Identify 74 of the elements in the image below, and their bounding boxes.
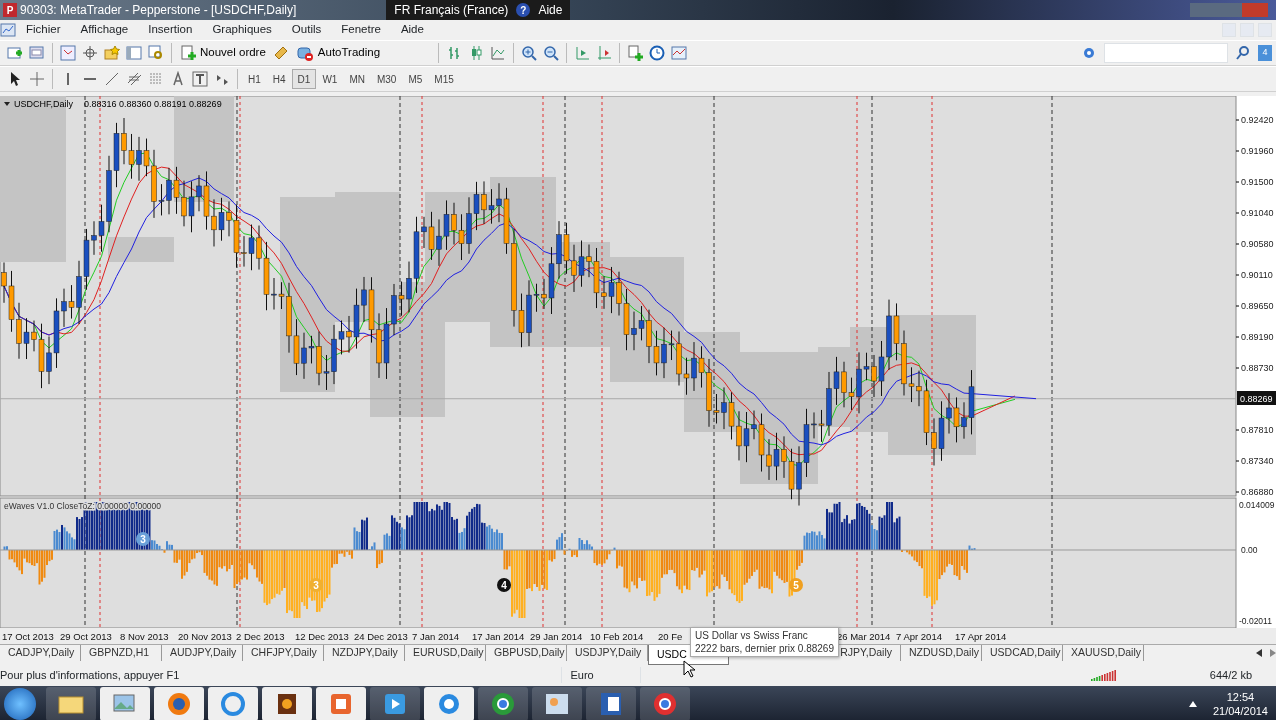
date-label: 17 Oct 2013 — [2, 631, 54, 642]
chart-tab[interactable]: GBPNZD,H1 — [81, 645, 162, 661]
date-label: 7 Jan 2014 — [412, 631, 459, 642]
chart-symbol: USDCHF,Daily — [14, 99, 73, 109]
window-title: 90303: MetaTrader - Pepperstone - [USDCHF,Daily] — [20, 2, 297, 19]
timeframe-button[interactable]: M5 — [402, 69, 429, 89]
chart-tab[interactable]: CADJPY,Daily — [0, 645, 81, 661]
price-label: 0.91040 — [1241, 208, 1274, 218]
chart-tab[interactable]: XAUUSD,Daily — [1063, 645, 1144, 661]
timeframe-button[interactable]: M15 — [428, 69, 460, 89]
price-label: 0.91500 — [1241, 177, 1274, 187]
chart-tab[interactable]: GBPUSD,Daily — [486, 645, 567, 661]
timeframe-button[interactable]: D1 — [291, 69, 317, 89]
wave-number-label: 5 — [789, 578, 803, 592]
status-help-text: Pour plus d'informations, appuyer F1 — [0, 667, 180, 683]
price-label: 0.91960 — [1241, 146, 1274, 156]
help-icon: ? — [516, 3, 531, 17]
menu-item[interactable]: Graphiques — [202, 21, 282, 39]
ohlc-values: 0.88316 0.88360 0.88191 0.88269 — [84, 99, 222, 109]
tooltip-title: US Dollar vs Swiss Franc — [695, 629, 809, 642]
menu-item[interactable]: Outils — [281, 21, 332, 39]
timeframe-button[interactable]: H1 — [242, 69, 267, 89]
date-label: 20 Nov 2013 — [178, 631, 232, 642]
date-label: 17 Jan 2014 — [472, 631, 525, 642]
price-label: 0.87340 — [1241, 456, 1274, 466]
menu-item[interactable]: Fichier — [16, 21, 71, 39]
wave-number-label: 3 — [136, 532, 150, 546]
date-label: 2 Dec 2013 — [236, 631, 285, 642]
price-label: 0.86880 — [1241, 487, 1274, 497]
chart-tab[interactable]: NZDUSD,Daily — [901, 645, 982, 661]
current-price-label: 0.88269 — [1237, 391, 1276, 405]
indicator-axis-label: -0.02011 — [1239, 616, 1272, 626]
price-label: 0.92420 — [1241, 115, 1274, 125]
date-label: 24 Dec 2013 — [354, 631, 408, 642]
chart-tab[interactable]: USDCAD,Daily — [982, 645, 1063, 661]
timeframe-button[interactable]: M30 — [370, 69, 403, 89]
menu-item[interactable]: Fenetre — [331, 21, 391, 39]
indicator-axis-label: 0.014009 — [1239, 500, 1275, 510]
chart-tab[interactable]: AUDJPY,Daily — [162, 645, 243, 661]
wave-number-label: 3 — [309, 578, 323, 592]
traffic-label: 644/2 kb — [1209, 667, 1252, 683]
clock-time: 12:54 — [1225, 689, 1256, 704]
date-label: 20 Fe — [658, 631, 683, 642]
date-label: 29 Jan 2014 — [530, 631, 583, 642]
indicator-axis-label: 0.00 — [1241, 545, 1258, 555]
date-label: 29 Oct 2013 — [60, 631, 112, 642]
timeframe-button[interactable]: MN — [343, 69, 371, 89]
chart-tab[interactable]: CHFJPY,Daily — [243, 645, 324, 661]
date-label: 17 Apr 2014 — [955, 631, 1007, 642]
date-label: 7 Apr 2014 — [896, 631, 942, 642]
date-label: 8 Nov 2013 — [120, 631, 169, 642]
price-label: 0.88730 — [1241, 363, 1274, 373]
help-label[interactable]: Aide — [538, 1, 563, 19]
chart-tab[interactable]: EURUSD,Daily — [405, 645, 486, 661]
chart-tab[interactable]: NZDJPY,Daily — [324, 645, 405, 661]
autotrading-button[interactable]: AutoTrading — [291, 42, 385, 64]
menu-item[interactable]: Insertion — [138, 21, 203, 39]
wave-number-label: 4 — [497, 578, 511, 592]
date-label: 10 Feb 2014 — [590, 631, 644, 642]
clock-date: 21/04/2014 — [1212, 704, 1268, 719]
profile-label: Euro — [561, 666, 642, 684]
price-label: 0.90110 — [1241, 270, 1273, 280]
menu-item[interactable]: Affichage — [70, 21, 139, 39]
price-label: 0.90580 — [1241, 239, 1274, 249]
new-order-button[interactable]: Nouvel ordre — [176, 42, 270, 64]
date-label: 12 Dec 2013 — [295, 631, 349, 642]
menu-item[interactable]: Aide — [390, 21, 434, 39]
price-label: 0.89190 — [1241, 332, 1274, 342]
timeframe-button[interactable]: H4 — [266, 69, 292, 89]
price-label: 0.89650 — [1241, 301, 1274, 311]
app-logo: P — [3, 3, 17, 17]
price-label: 0.87810 — [1241, 425, 1274, 435]
language-label[interactable]: FR Français (France) — [394, 1, 509, 19]
timeframe-button[interactable]: W1 — [316, 69, 344, 89]
